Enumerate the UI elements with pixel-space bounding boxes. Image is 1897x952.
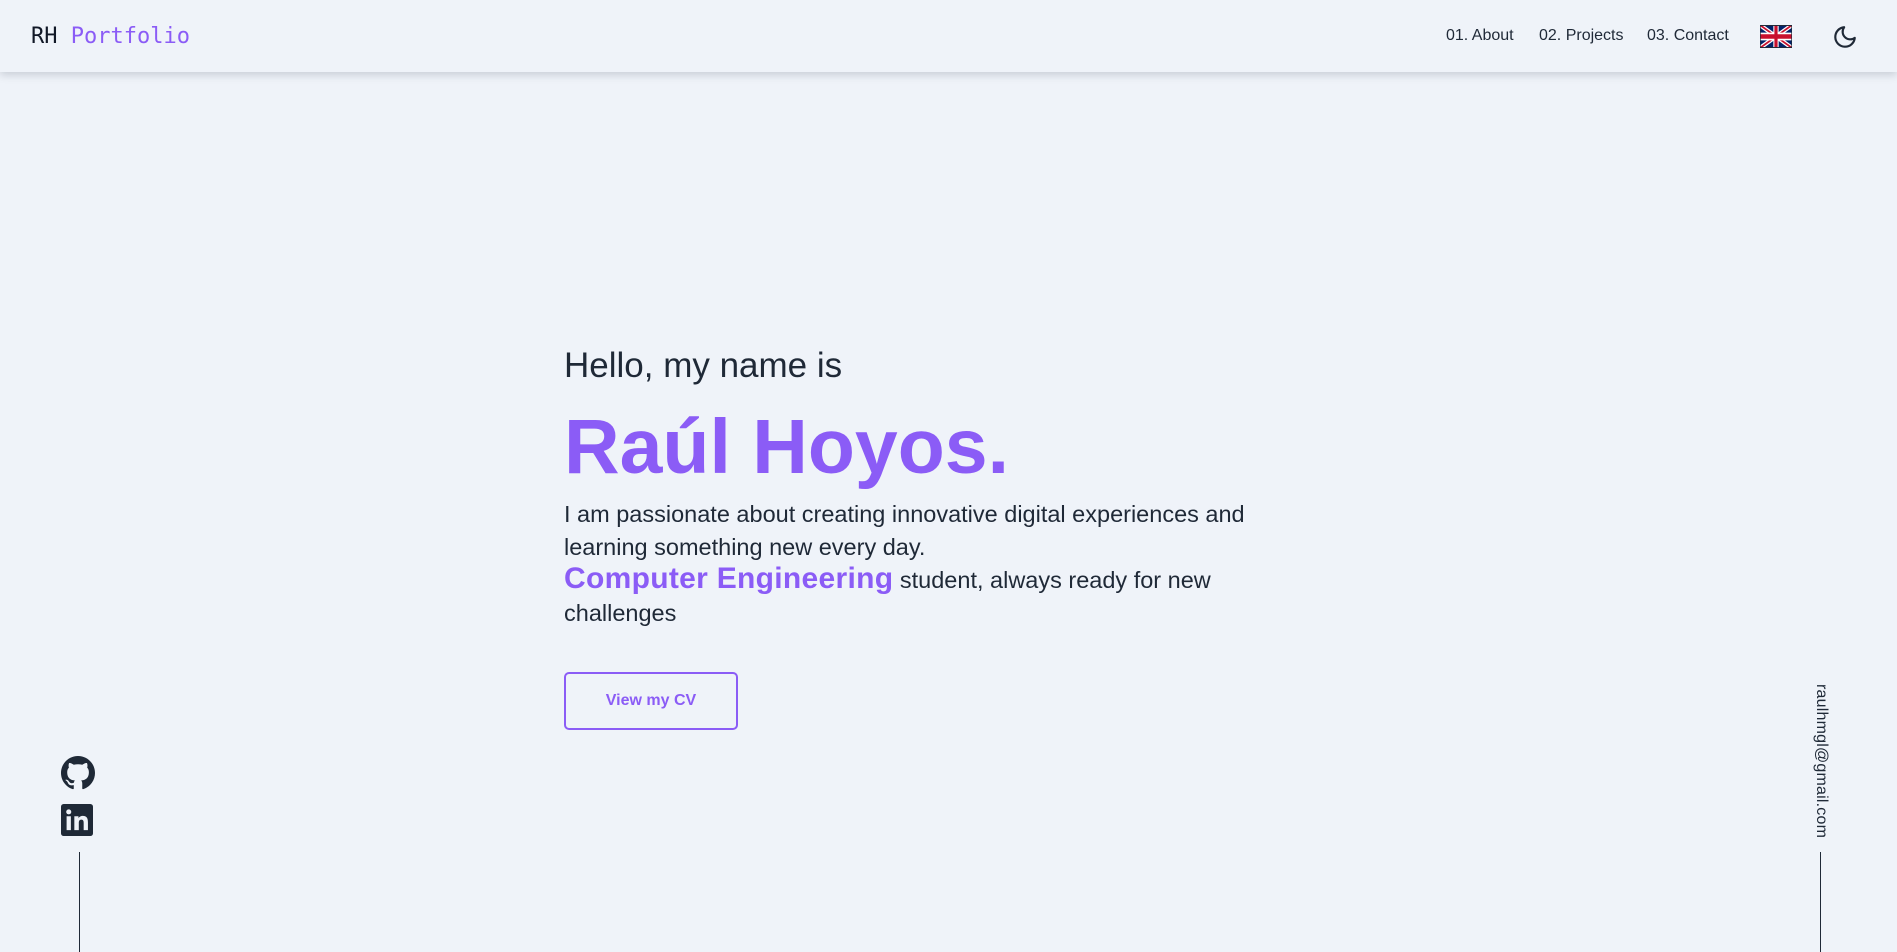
nav-link-projects[interactable]: 02. Projects (1539, 26, 1623, 46)
nav-links: 01. About 02. Projects 03. Contact (0, 26, 1897, 48)
hero-highlight: Computer Engineering (564, 562, 894, 595)
github-icon[interactable] (61, 756, 95, 790)
moon-icon[interactable] (1832, 24, 1858, 50)
nav-link-about[interactable]: 01. About (1446, 26, 1514, 46)
view-cv-button[interactable]: View my CV (564, 672, 738, 730)
linkedin-icon[interactable] (61, 804, 95, 838)
navbar: RH Portfolio 01. About 02. Projects 03. … (0, 0, 1897, 72)
hero-name: Raúl Hoyos. (564, 404, 1009, 490)
email-link[interactable]: raulhmgl@gmail.com (1811, 684, 1831, 838)
nav-link-contact[interactable]: 03. Contact (1647, 26, 1729, 46)
right-divider-line (1820, 852, 1821, 952)
uk-flag-icon[interactable] (1759, 22, 1793, 51)
hero-description: I am passionate about creating innovativ… (564, 501, 1245, 560)
hero-subtitle: Computer Engineering student, always rea… (564, 562, 1284, 630)
hero-greeting: Hello, my name is (564, 346, 843, 385)
left-divider-line (79, 852, 80, 952)
